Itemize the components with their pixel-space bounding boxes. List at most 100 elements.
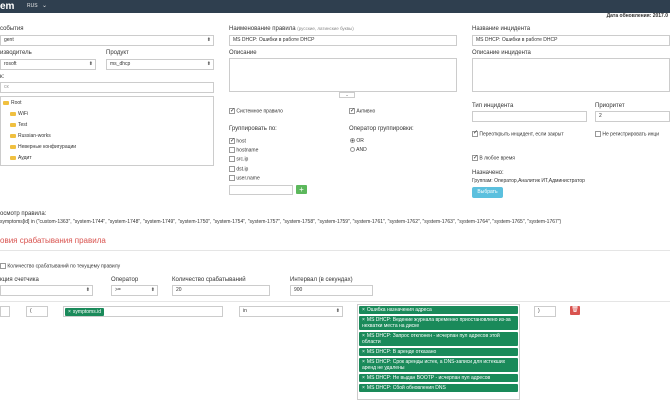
category-tree: Root WiFi Test Russian-works Неверные ко… xyxy=(0,96,214,166)
open-paren-input[interactable]: ( xyxy=(26,306,48,317)
field-select[interactable]: × symptoms.id xyxy=(63,306,223,317)
tree-item-root[interactable]: Root xyxy=(3,100,22,106)
trigger-count-input[interactable]: 20 xyxy=(172,285,270,296)
incident-type-input[interactable] xyxy=(472,111,587,122)
remove-tag-icon[interactable]: × xyxy=(362,349,365,355)
select-arrow-icon: ⬍ xyxy=(85,287,90,293)
interval-input[interactable]: 900 xyxy=(290,285,373,296)
event-source-value: gent xyxy=(4,37,14,43)
tree-item-audit[interactable]: Аудит xyxy=(10,155,32,161)
divider xyxy=(0,250,670,251)
field-tag[interactable]: × symptoms.id xyxy=(65,308,104,316)
priority-label: Приоритет xyxy=(595,103,625,109)
custom-group-field-input[interactable] xyxy=(229,185,293,195)
priority-input[interactable]: 2 xyxy=(595,111,670,122)
product-value: ms_dhcp xyxy=(110,61,131,67)
tree-search-input[interactable]: ск xyxy=(0,82,214,93)
operator-and-radio[interactable]: AND xyxy=(350,147,367,153)
group-by-user-name[interactable]: user.name xyxy=(229,175,260,181)
reopen-incident-checkbox[interactable]: Переоткрыть инцидент, если закрыт xyxy=(472,130,590,138)
trigger-count-label: Количество срабатываний xyxy=(172,277,246,283)
delete-condition-button[interactable]: 🗑 xyxy=(570,306,580,315)
condition-operator-value: in xyxy=(243,308,247,314)
count-trigger-checkbox[interactable]: Количество срабатываний по текущему прав… xyxy=(0,263,120,269)
app-logo[interactable]: em xyxy=(0,0,14,13)
divider xyxy=(0,301,670,302)
remove-tag-icon[interactable]: × xyxy=(68,309,71,315)
event-source-select[interactable]: gent ⬍ xyxy=(0,35,214,46)
checkbox-icon xyxy=(229,156,235,162)
group-by-host[interactable]: host xyxy=(229,137,246,144)
incident-type-label: Тип инцидента xyxy=(472,103,514,109)
system-rule-checkbox[interactable]: Системное правило xyxy=(229,107,283,114)
value-tag[interactable]: × MS DHCP: В аренде отказано xyxy=(359,348,518,356)
checkbox-icon xyxy=(472,130,478,137)
group-by-dst-ip[interactable]: dst.ip xyxy=(229,166,248,172)
event-source-label: события xyxy=(0,26,24,32)
folder-icon xyxy=(10,144,16,149)
product-label: Продукт xyxy=(106,50,129,56)
checkbox-icon xyxy=(229,137,235,144)
vendor-select[interactable]: rosoft ⬍ xyxy=(0,59,96,70)
value-tag[interactable]: × Ошибка назначения адреса xyxy=(359,306,518,314)
language-selector[interactable]: RUS xyxy=(27,0,38,13)
description-textarea[interactable] xyxy=(229,58,457,92)
folder-icon xyxy=(10,155,16,160)
group-by-label: Группировать по: xyxy=(229,126,277,132)
resize-handle-icon[interactable]: ⌄ xyxy=(339,92,355,98)
value-tag[interactable]: × MS DHCP: Запрос отклонен - исчерпан пул… xyxy=(359,332,518,346)
select-arrow-icon: ⬍ xyxy=(335,308,340,314)
folder-icon xyxy=(10,122,16,127)
active-checkbox[interactable]: Активно xyxy=(349,107,375,114)
description-label: Описание xyxy=(229,50,257,56)
select-arrow-icon: ⬍ xyxy=(206,37,211,43)
close-paren-input[interactable]: ) xyxy=(534,306,556,317)
search-label: к: xyxy=(0,74,5,80)
tree-item-russian-works[interactable]: Russian-works xyxy=(10,133,51,139)
value-tag[interactable]: × MS DHCP: Не выдан BOOTP - исчерпан пул … xyxy=(359,374,518,382)
tree-item-bad-configs[interactable]: Неверные конфигурации xyxy=(10,144,76,150)
condition-operator-select[interactable]: in ⬍ xyxy=(239,306,343,317)
checkbox-icon xyxy=(229,147,235,153)
vendor-label: изводитель xyxy=(0,50,32,56)
value-tag[interactable]: × MS DHCP: Сбой обновления DNS xyxy=(359,384,518,392)
operator-label: Оператор xyxy=(111,277,139,283)
value-tag[interactable]: × MS DHCP: Ведение журнала временно приос… xyxy=(359,316,518,330)
remove-tag-icon[interactable]: × xyxy=(362,307,365,313)
rule-name-input[interactable]: MS DHCP: Ошибки в работе DHCP xyxy=(229,35,457,46)
operator-or-radio[interactable]: OR xyxy=(350,138,364,144)
tree-item-test[interactable]: Test xyxy=(10,122,27,128)
group-by-hostname[interactable]: hostname xyxy=(229,147,258,153)
radio-icon xyxy=(350,138,355,144)
checkbox-icon xyxy=(349,107,355,114)
chevron-down-icon[interactable]: ⌄ xyxy=(42,0,47,13)
counter-function-select[interactable]: ⬍ xyxy=(0,285,93,296)
value-tag[interactable]: × MS DHCP: Срок аренды истек, а DNS-запис… xyxy=(359,358,518,372)
folder-icon xyxy=(10,133,16,138)
no-register-checkbox[interactable]: Не регистрировать инци xyxy=(595,131,659,137)
folder-icon xyxy=(10,111,16,116)
select-arrow-icon: ⬍ xyxy=(88,61,93,67)
incident-description-label: Описание инцидента xyxy=(472,50,531,56)
rule-preview-label: осмотр правила: xyxy=(0,211,47,217)
anytime-checkbox[interactable]: В любое время xyxy=(472,154,515,161)
remove-tag-icon[interactable]: × xyxy=(362,375,365,381)
select-arrow-icon: ⬍ xyxy=(206,61,211,67)
tree-item-wifi[interactable]: WiFi xyxy=(10,111,28,117)
top-navbar xyxy=(0,0,670,13)
rule-name-label: Наименование правила (русские, латинские… xyxy=(229,26,354,32)
incident-description-textarea[interactable] xyxy=(472,58,670,92)
select-assignee-button[interactable]: Выбрать xyxy=(472,187,503,198)
checkbox-icon xyxy=(595,131,601,137)
add-group-field-button[interactable]: + xyxy=(296,185,307,194)
group-by-src-ip[interactable]: src.ip xyxy=(229,156,248,162)
incident-name-label: Название инцидента xyxy=(472,26,531,32)
remove-tag-icon[interactable]: × xyxy=(362,385,365,391)
folder-icon xyxy=(3,100,9,105)
incident-name-input[interactable]: MS DHCP: Ошибки в работе DHCP xyxy=(472,35,670,46)
product-select[interactable]: ms_dhcp ⬍ xyxy=(106,59,214,70)
operator-select[interactable]: >= ⬍ xyxy=(111,285,158,296)
rule-preview-text: symptoms[id] in ("custom-1363", "system-… xyxy=(0,219,562,225)
counter-function-label: кция счетчика xyxy=(0,277,39,283)
row-left-control[interactable] xyxy=(0,306,10,317)
